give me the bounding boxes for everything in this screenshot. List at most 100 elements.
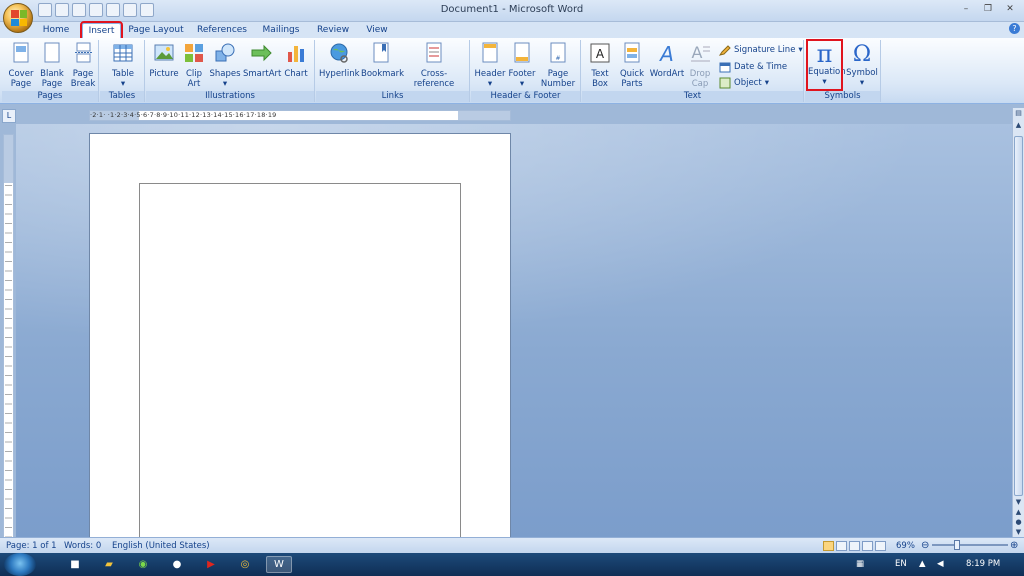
zoom-level[interactable]: 69% — [896, 540, 915, 552]
vertical-scrollbar[interactable]: ▤ ▲ ▼ ▲ ● ▼ — [1012, 108, 1024, 537]
footer-button[interactable]: Footer ▾ — [507, 42, 537, 89]
show-hidden-icons-icon[interactable]: ▲ — [919, 558, 926, 570]
browser-app-icon[interactable]: ● — [164, 556, 190, 573]
quick-parts-button[interactable]: Quick Parts — [617, 42, 647, 89]
tab-selector[interactable]: L — [2, 109, 16, 123]
minimize-button[interactable]: – — [956, 2, 976, 16]
picture-button[interactable]: Picture — [149, 42, 179, 79]
clock[interactable]: 8:19 PM — [966, 558, 1000, 570]
print-layout-icon[interactable] — [823, 541, 834, 551]
chrome-icon[interactable]: ◎ — [232, 556, 258, 573]
vertical-ruler[interactable] — [3, 134, 14, 538]
close-button[interactable]: ✕ — [1000, 2, 1020, 16]
date-time-button[interactable]: Date & Time — [719, 60, 787, 74]
header-icon — [482, 42, 498, 63]
quick-parts-label-2: Parts — [621, 79, 643, 89]
page-break-button[interactable]: Page Break — [69, 42, 97, 89]
scrollbar-thumb[interactable] — [1014, 136, 1023, 496]
word-count[interactable]: Words: 0 — [64, 540, 101, 552]
cover-page-icon — [13, 42, 29, 63]
header-button[interactable]: Header ▾ — [474, 42, 506, 89]
language-status[interactable]: English (United States) — [112, 540, 210, 552]
cover-page-button[interactable]: Cover Page — [6, 42, 36, 89]
tab-references[interactable]: References — [196, 23, 248, 38]
tab-mailings[interactable]: Mailings — [260, 23, 302, 38]
previous-page-icon[interactable]: ▲ — [1013, 507, 1024, 517]
tab-review[interactable]: Review — [314, 23, 352, 38]
camera-app-icon[interactable]: ■ — [62, 556, 88, 573]
table-button[interactable]: Table ▾ — [108, 42, 138, 89]
wordart-button[interactable]: A WordArt — [649, 42, 685, 79]
scroll-up-icon[interactable]: ▲ — [1013, 120, 1024, 130]
signature-line-button[interactable]: Signature Line ▾ — [719, 43, 803, 57]
symbol-button[interactable]: Ω Symbol ▾ — [845, 42, 879, 88]
text-box-label-2: Box — [592, 79, 608, 89]
smartart-button[interactable]: SmartArt — [243, 42, 281, 79]
cross-reference-button[interactable]: Cross-reference — [403, 42, 465, 89]
zoom-out-icon[interactable]: ⊖ — [921, 540, 929, 552]
date-time-label: Date & Time — [734, 62, 788, 72]
maximize-button[interactable]: ❐ — [978, 2, 998, 16]
start-button[interactable] — [4, 553, 36, 576]
horizontal-ruler[interactable]: ·2·1· ·1·2·3·4·5·6·7·8·9·10·11·12·13·14·… — [89, 110, 511, 121]
text-box-button[interactable]: A Text Box — [585, 42, 615, 89]
view-ruler-icon[interactable]: ▤ — [1013, 108, 1024, 118]
chart-button[interactable]: Chart — [282, 42, 310, 79]
full-screen-reading-icon[interactable] — [836, 541, 847, 551]
object-button[interactable]: Object ▾ — [719, 76, 769, 90]
web-layout-icon[interactable] — [849, 541, 860, 551]
top-margin-area — [4, 135, 13, 183]
word-taskbar-icon[interactable]: W — [266, 556, 292, 573]
blank-page-label: Blank — [40, 69, 64, 79]
select-browse-object-icon[interactable]: ● — [1013, 517, 1024, 527]
chevron-down-icon: ▾ — [519, 79, 525, 89]
bookmark-button[interactable]: Bookmark — [361, 42, 404, 79]
office-button[interactable] — [3, 3, 33, 33]
text-box-label: Text — [591, 69, 609, 79]
group-label-text: Text — [582, 91, 803, 102]
wordart-icon: A — [658, 42, 674, 66]
outline-icon[interactable] — [862, 541, 873, 551]
blank-page-button[interactable]: Blank Page — [38, 42, 66, 89]
group-links: Hyperlink Bookmark Cross-reference Links — [316, 40, 470, 102]
tab-home[interactable]: Home — [40, 23, 72, 38]
calendar-icon — [719, 62, 731, 73]
media-player-icon[interactable]: ◉ — [130, 556, 156, 573]
zoom-slider-knob[interactable] — [954, 540, 960, 550]
office-logo-icon — [11, 10, 27, 26]
clip-art-icon — [185, 44, 203, 62]
help-icon[interactable]: ? — [1009, 23, 1020, 34]
input-language[interactable]: EN — [895, 558, 907, 570]
page-count[interactable]: Page: 1 of 1 — [6, 540, 57, 552]
youtube-icon[interactable]: ▶ — [198, 556, 224, 573]
zoom-slider[interactable] — [932, 544, 1008, 546]
shapes-button[interactable]: Shapes ▾ — [209, 42, 241, 89]
action-center-icon[interactable]: ▦ — [856, 558, 864, 570]
drop-cap-button[interactable]: A Drop Cap — [686, 42, 714, 89]
window-title: Document1 - Microsoft Word — [440, 4, 584, 15]
object-icon — [719, 77, 731, 89]
signature-line-label: Signature Line — [734, 45, 796, 55]
hyperlink-button[interactable]: Hyperlink — [319, 42, 360, 79]
tab-view[interactable]: View — [363, 23, 391, 38]
next-page-icon[interactable]: ▼ — [1013, 527, 1024, 537]
document-page[interactable] — [89, 133, 511, 537]
ruler-ticks — [5, 185, 12, 537]
zoom-in-icon[interactable]: ⊕ — [1010, 540, 1018, 552]
quick-parts-icon — [624, 42, 640, 63]
volume-icon[interactable]: ◀ — [937, 558, 944, 570]
equation-button[interactable]: π Equation ▾ — [806, 39, 846, 91]
page-text-area[interactable] — [139, 183, 461, 537]
clip-art-button[interactable]: Clip Art — [182, 42, 206, 89]
chevron-down-icon: ▾ — [764, 78, 769, 88]
tab-insert[interactable]: Insert — [80, 21, 123, 40]
scroll-down-icon[interactable]: ▼ — [1013, 497, 1024, 507]
globe-icon — [330, 43, 348, 63]
drop-cap-label-2: Cap — [691, 79, 709, 89]
group-label-illustrations: Illustrations — [146, 91, 314, 102]
quick-parts-label: Quick — [619, 69, 645, 79]
folder-icon[interactable]: ▰ — [96, 556, 122, 573]
draft-icon[interactable] — [875, 541, 886, 551]
page-number-button[interactable]: # Page Number — [538, 42, 578, 89]
tab-page-layout[interactable]: Page Layout — [128, 23, 184, 38]
